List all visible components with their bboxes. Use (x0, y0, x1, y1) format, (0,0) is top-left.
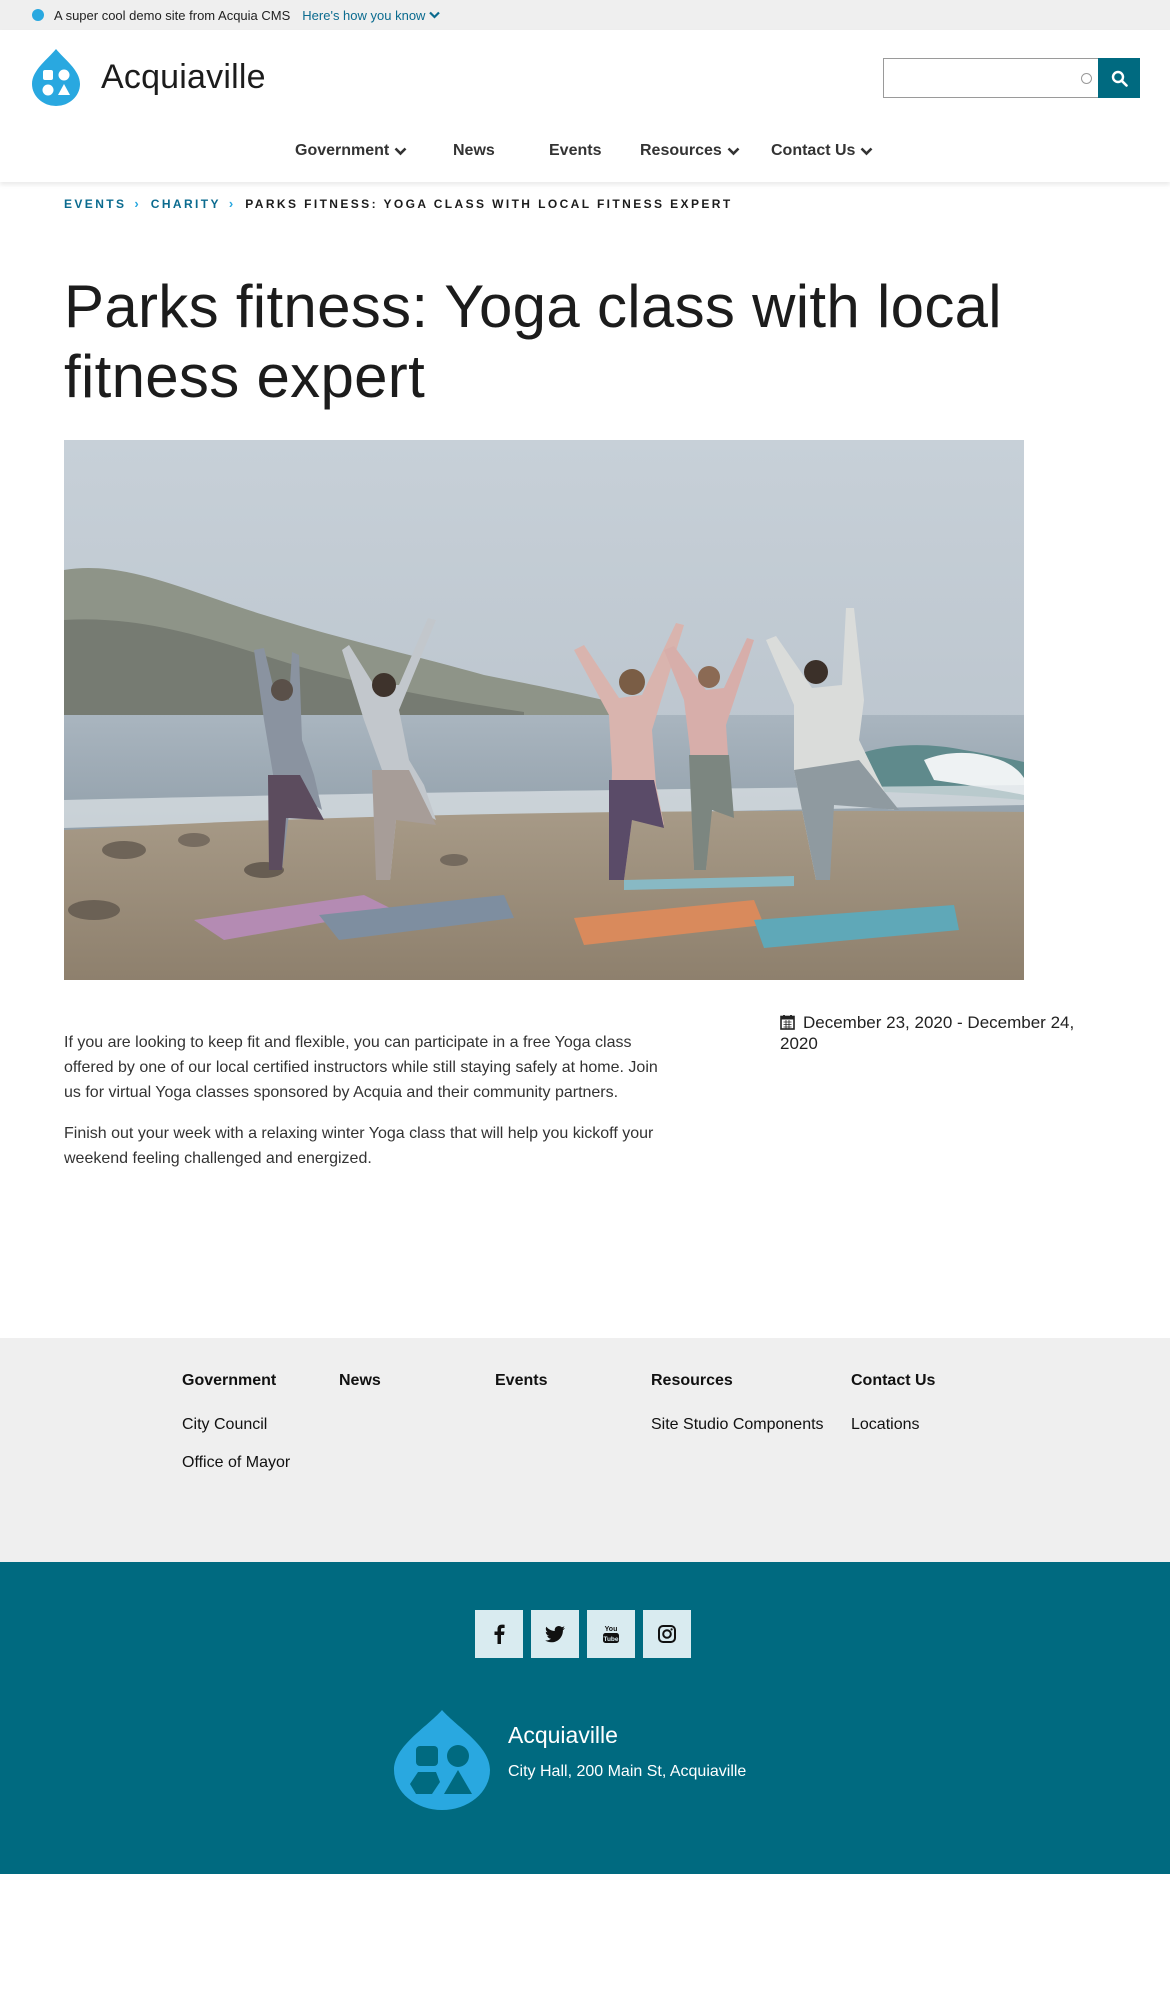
acquiaville-logo-icon (394, 1710, 490, 1810)
footer-heading[interactable]: Government (182, 1372, 290, 1390)
loading-spinner-icon (1081, 73, 1092, 84)
footer-column-resources: Resources Site Studio Components (651, 1372, 824, 1454)
nav-item-resources[interactable]: Resources (640, 142, 740, 160)
description-paragraph: Finish out your week with a relaxing win… (64, 1125, 654, 1167)
nav-item-events[interactable]: Events (549, 142, 601, 160)
yoga-on-beach-image (64, 440, 1024, 980)
youtube-link[interactable]: You Tube (587, 1610, 635, 1658)
search-form (883, 58, 1140, 98)
footer-logo[interactable] (392, 1708, 492, 1815)
demo-banner: A super cool demo site from Acquia CMS H… (0, 0, 1170, 30)
social-links: You Tube (475, 1610, 699, 1658)
footer-heading[interactable]: Contact Us (851, 1372, 935, 1390)
site-name: Acquiaville (101, 57, 266, 96)
main-navigation: Government News Events Resources Contact… (0, 142, 1170, 172)
footer-link-city-council[interactable]: City Council (182, 1416, 290, 1434)
site-header: Acquiaville Government News Events Resou… (0, 30, 1170, 182)
footer-link-office-of-mayor[interactable]: Office of Mayor (182, 1454, 290, 1472)
breadcrumb-separator-icon: › (134, 196, 139, 211)
site-logo-link[interactable]: Acquiaville (31, 48, 266, 106)
chevron-down-icon (861, 147, 873, 155)
instagram-icon (658, 1625, 676, 1643)
chevron-down-icon (727, 147, 740, 155)
info-dot-icon (32, 9, 44, 21)
footer-column-contact-us: Contact Us Locations (851, 1372, 935, 1454)
chevron-down-icon (429, 11, 441, 19)
nav-item-label: News (453, 142, 495, 159)
footer-column-news: News (339, 1372, 381, 1416)
calendar-icon (780, 1015, 795, 1030)
nav-item-label: Resources (640, 142, 722, 159)
nav-item-contact-us[interactable]: Contact Us (771, 142, 873, 160)
search-icon (1111, 70, 1128, 87)
how-you-know-label: Here's how you know (302, 7, 426, 23)
footer-heading[interactable]: Events (495, 1372, 547, 1390)
event-hero-image (64, 440, 1024, 980)
footer-menu: Government City Council Office of Mayor … (0, 1338, 1170, 1562)
breadcrumb: EVENTS › CHARITY › PARKS FITNESS: YOGA C… (64, 196, 733, 211)
facebook-link[interactable] (475, 1610, 523, 1658)
acquiaville-logo-icon (32, 49, 80, 106)
footer-heading[interactable]: Resources (651, 1372, 824, 1390)
chevron-down-icon (394, 147, 407, 155)
page-title: Parks fitness: Yoga class with local fit… (64, 273, 1002, 410)
event-date: December 23, 2020 - December 24, 2020 (780, 1012, 1100, 1054)
nav-item-label: Events (549, 142, 602, 159)
twitter-link[interactable] (531, 1610, 579, 1658)
breadcrumb-link-events[interactable]: EVENTS (64, 197, 126, 211)
instagram-link[interactable] (643, 1610, 691, 1658)
search-input[interactable] (883, 58, 1098, 98)
nav-item-news[interactable]: News (453, 142, 495, 160)
footer-address: City Hall, 200 Main St, Acquiaville (508, 1763, 747, 1780)
site-footer: You Tube Acquiaville City Hall, 200 Main … (0, 1562, 1170, 1874)
description-paragraph: If you are looking to keep fit and flexi… (64, 1034, 658, 1101)
nav-item-label: Government (295, 142, 390, 159)
footer-column-events: Events (495, 1372, 547, 1416)
svg-text:You: You (605, 1626, 618, 1633)
footer-column-government: Government City Council Office of Mayor (182, 1372, 290, 1492)
breadcrumb-link-charity[interactable]: CHARITY (151, 197, 221, 211)
footer-site-name: Acquiaville (508, 1722, 618, 1748)
footer-link-site-studio-components[interactable]: Site Studio Components (651, 1416, 824, 1434)
banner-message: A super cool demo site from Acquia CMS (54, 7, 291, 23)
breadcrumb-separator-icon: › (228, 196, 234, 211)
how-you-know-link[interactable]: Here's how you know (302, 7, 441, 23)
footer-heading[interactable]: News (339, 1372, 381, 1390)
footer-site-info: Acquiaville City Hall, 200 Main St, Acqu… (508, 1722, 746, 1781)
facebook-icon (494, 1624, 505, 1644)
footer-link-locations[interactable]: Locations (851, 1416, 935, 1434)
twitter-icon (545, 1625, 565, 1642)
event-date-range: December 23, 2020 - December 24, 2020 (780, 1013, 1075, 1053)
search-button[interactable] (1098, 58, 1140, 98)
nav-item-label: Contact Us (771, 142, 856, 159)
event-description: If you are looking to keep fit and flexi… (64, 1030, 664, 1187)
youtube-icon: You Tube (603, 1626, 619, 1643)
breadcrumb-current: PARKS FITNESS: YOGA CLASS WITH LOCAL FIT… (245, 196, 733, 211)
nav-item-government[interactable]: Government (295, 142, 407, 160)
svg-text:Tube: Tube (603, 1636, 618, 1643)
